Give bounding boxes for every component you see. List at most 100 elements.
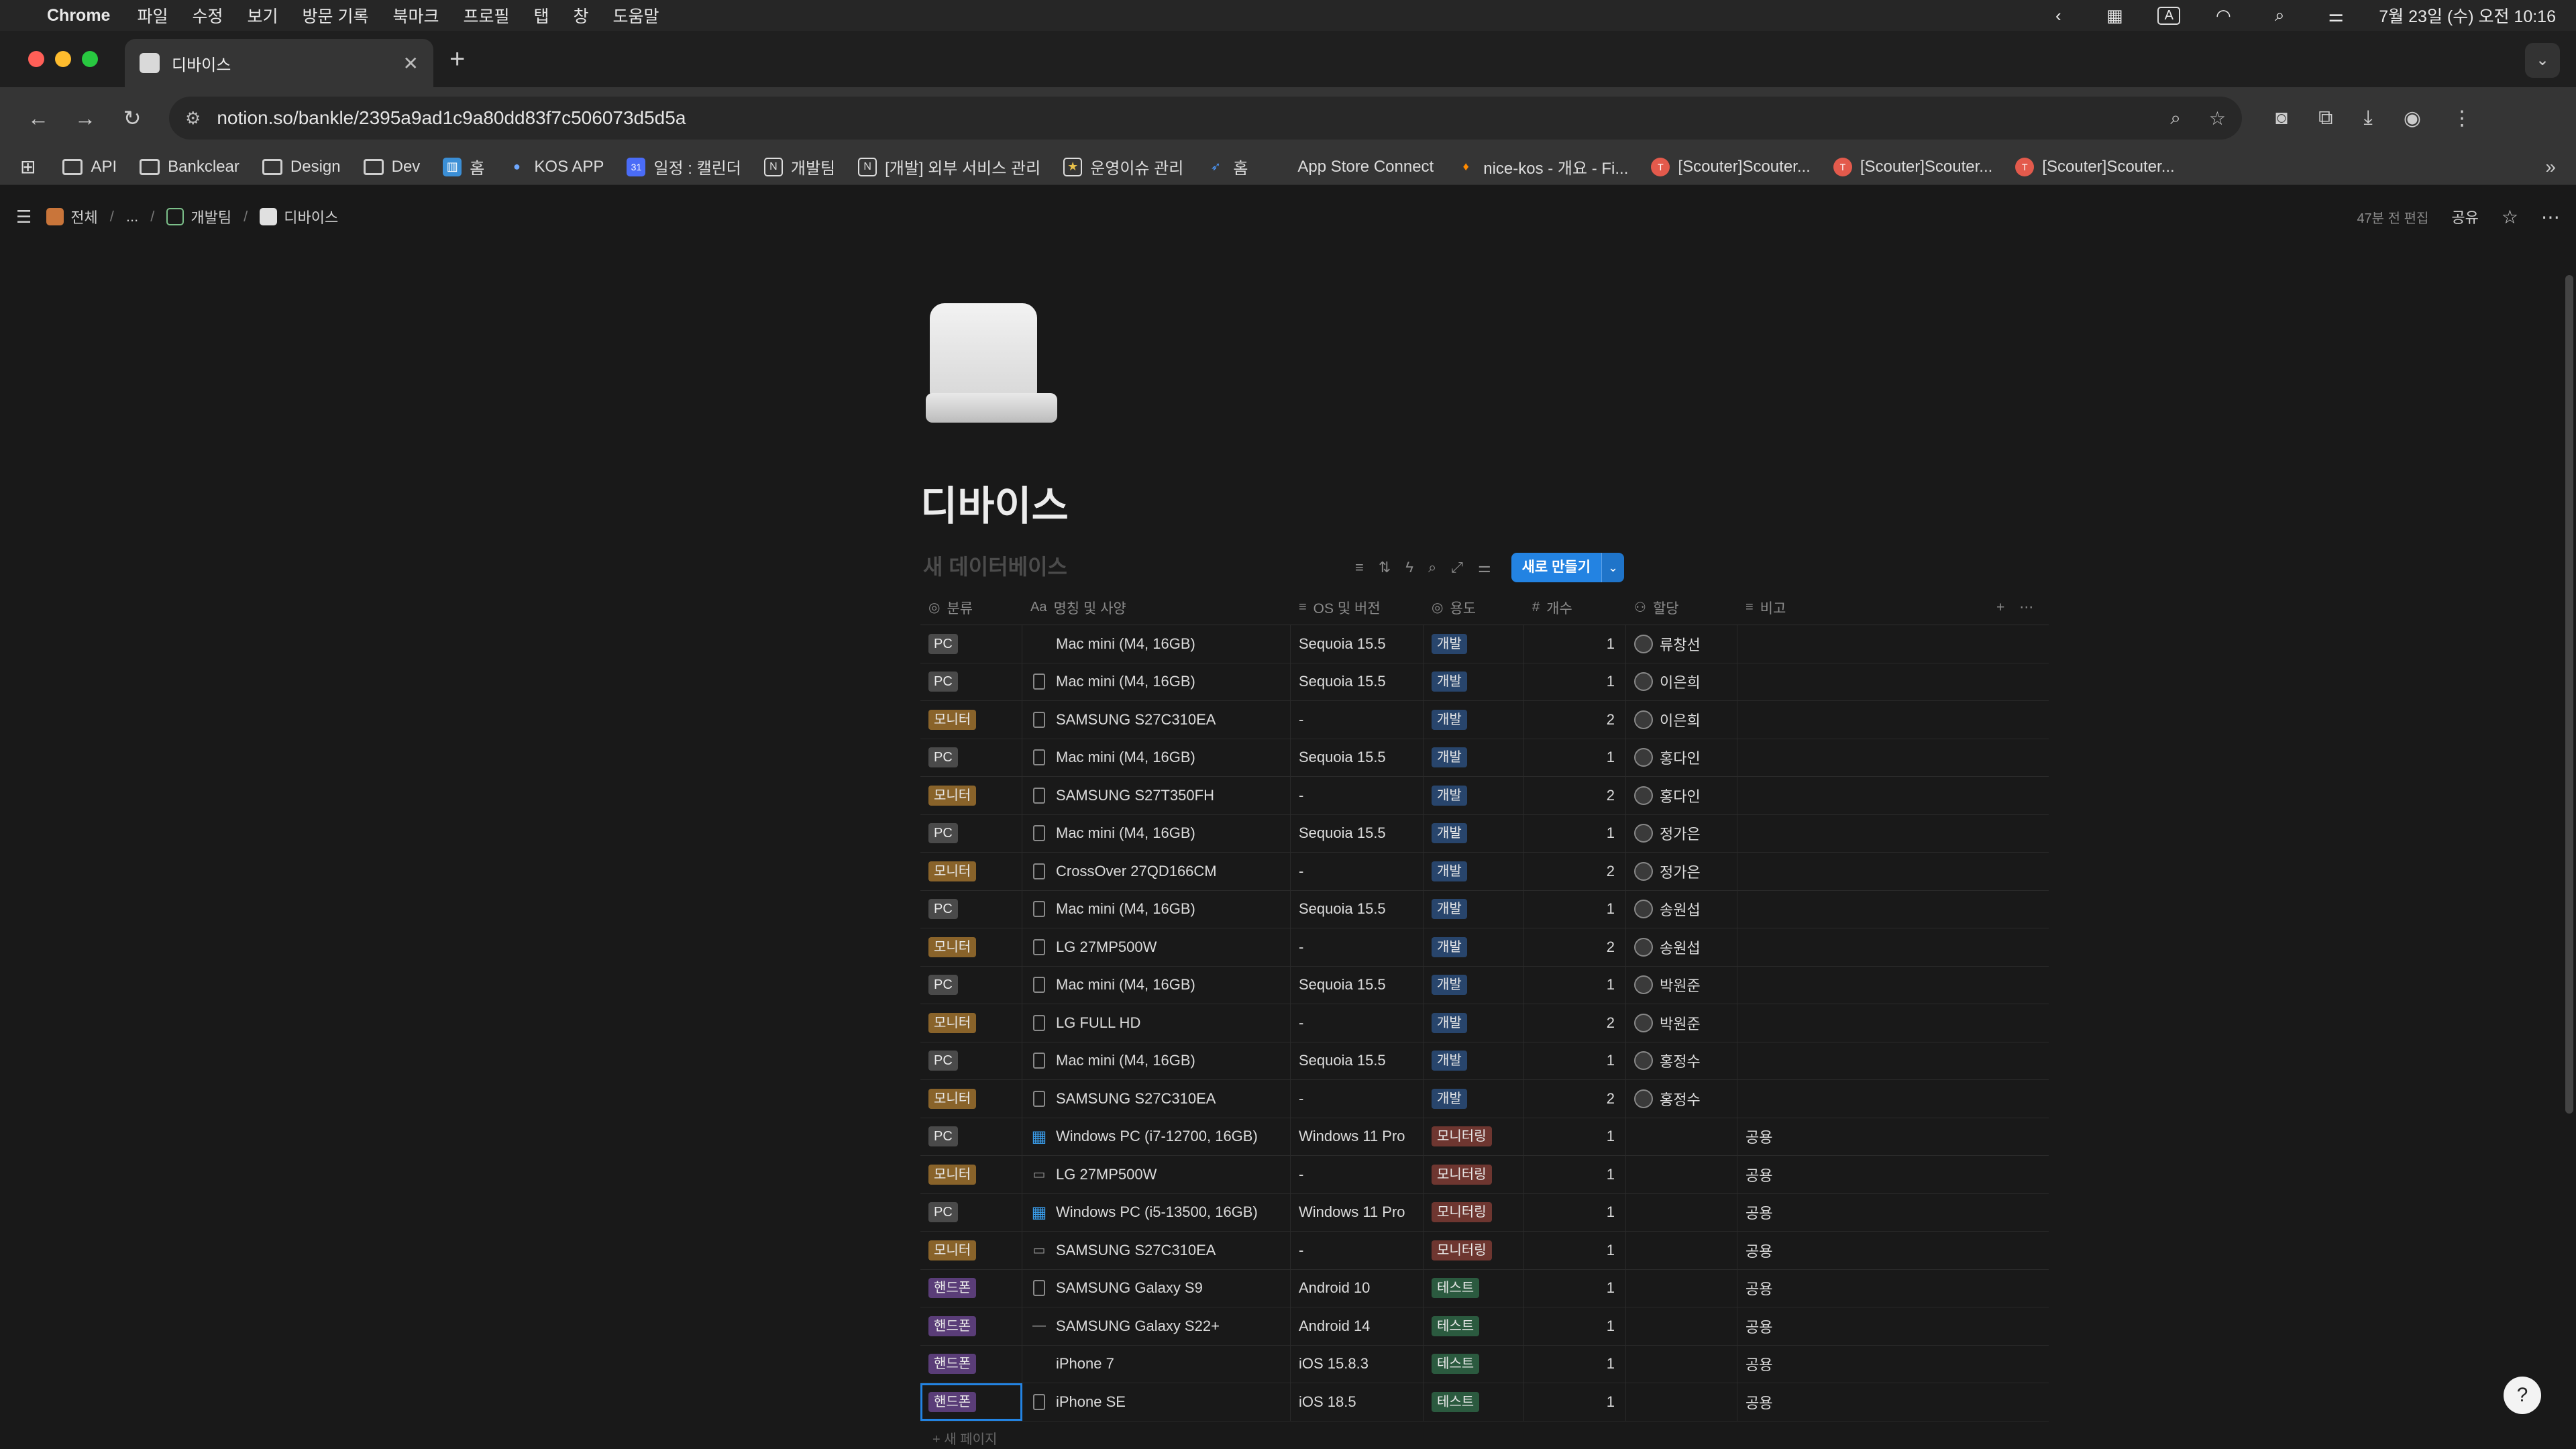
cell-purpose[interactable]: 개발 <box>1424 1080 1524 1118</box>
cell-note[interactable]: 공용 <box>1737 1383 1988 1421</box>
help-button[interactable]: ? <box>2504 1377 2541 1414</box>
table-row[interactable]: 모니터 SAMSUNG S27C310EA - 개발 2 이은희 <box>920 701 2049 739</box>
bookmarks-overflow-icon[interactable]: » <box>2545 156 2556 178</box>
cell-assignee[interactable] <box>1626 1156 1737 1193</box>
cell-category[interactable]: 모니터 <box>920 1232 1022 1269</box>
cell-os[interactable]: Sequoia 15.5 <box>1291 625 1424 663</box>
menu-bookmarks[interactable]: 북마크 <box>392 3 439 28</box>
table-row[interactable]: PC Mac mini (M4, 16GB) Sequoia 15.5 개발 1… <box>920 814 2049 853</box>
cell-os[interactable]: iOS 15.8.3 <box>1291 1345 1424 1383</box>
cell-note[interactable] <box>1737 1042 1988 1080</box>
cell-note[interactable] <box>1737 815 1988 853</box>
extensions-icon[interactable]: ⧉ <box>2318 107 2332 130</box>
cell-name[interactable]: Mac mini (M4, 16GB) <box>1022 814 1291 852</box>
cell-name[interactable]: Mac mini (M4, 16GB) <box>1022 1042 1291 1079</box>
breadcrumb-ellipsis[interactable]: ... <box>126 208 138 225</box>
cell-note[interactable]: 공용 <box>1737 1346 1988 1383</box>
bookmark-firebase[interactable]: ♦ nice-kos - 개요 - Fi... <box>1456 155 1629 178</box>
table-row[interactable]: 모니터 LG 27MP500W - 개발 2 송원섭 <box>920 928 2049 967</box>
cell-assignee[interactable]: 홍다인 <box>1626 777 1737 814</box>
cell-os[interactable]: Sequoia 15.5 <box>1291 890 1424 928</box>
cell-category[interactable]: PC <box>920 663 1022 700</box>
url-text[interactable]: notion.so/bankle/2395a9ad1c9a80dd83f7c50… <box>217 107 686 129</box>
cell-purpose[interactable]: 개발 <box>1424 966 1524 1004</box>
cell-count[interactable]: 1 <box>1524 663 1626 700</box>
cell-category[interactable]: 모니터 <box>920 1080 1022 1118</box>
bookmark-scouter-2[interactable]: T [Scouter]Scouter... <box>1833 157 1992 176</box>
spotlight-search-icon[interactable]: ⌕ <box>2266 5 2293 26</box>
back-button[interactable]: ← <box>15 106 62 131</box>
menu-profile[interactable]: 프로필 <box>463 3 509 28</box>
cell-os[interactable]: - <box>1291 1156 1424 1193</box>
new-tab-button[interactable]: + <box>449 44 465 74</box>
cell-os[interactable]: Windows 11 Pro <box>1291 1118 1424 1155</box>
cell-assignee[interactable]: 송원섭 <box>1626 928 1737 966</box>
cell-category[interactable]: PC <box>920 966 1022 1004</box>
cell-note[interactable] <box>1737 967 1988 1004</box>
cell-purpose[interactable]: 모니터링 <box>1424 1156 1524 1193</box>
new-page-row[interactable]: + 새 페이지 <box>920 1421 2049 1449</box>
database-title[interactable]: 새 데이터베이스 <box>923 550 1067 581</box>
table-row[interactable]: 모니터 CrossOver 27QD166CM - 개발 2 정가은 <box>920 853 2049 891</box>
bookmark-dev-team[interactable]: N 개발팀 <box>763 155 835 178</box>
cell-os[interactable]: Sequoia 15.5 <box>1291 739 1424 776</box>
cell-count[interactable]: 1 <box>1524 1345 1626 1383</box>
cell-count[interactable]: 2 <box>1524 853 1626 890</box>
bookmark-jira-home[interactable]: ➶ 홈 <box>1206 155 1248 178</box>
cell-category[interactable]: 핸드폰 <box>920 1383 1022 1421</box>
column-header-note[interactable]: ≡ 비고 <box>1737 590 1988 625</box>
cell-os[interactable]: Android 10 <box>1291 1269 1424 1307</box>
cell-name[interactable]: Mac mini (M4, 16GB) <box>1022 625 1291 663</box>
cell-name[interactable]: CrossOver 27QD166CM <box>1022 853 1291 890</box>
table-row[interactable]: 모니터 LG FULL HD - 개발 2 박원준 <box>920 1004 2049 1042</box>
table-row[interactable]: PC Mac mini (M4, 16GB) Sequoia 15.5 개발 1… <box>920 1042 2049 1080</box>
column-header-assignee[interactable]: ⚇ 할당 <box>1626 590 1737 625</box>
cell-category[interactable]: 핸드폰 <box>920 1269 1022 1307</box>
profile-icon[interactable]: ◉ <box>2404 107 2421 130</box>
expand-icon[interactable]: ⤢ <box>1451 559 1463 576</box>
cell-name[interactable]: LG FULL HD <box>1022 1004 1291 1042</box>
cell-count[interactable]: 1 <box>1524 1042 1626 1079</box>
page-title[interactable]: 디바이스 <box>920 474 1069 532</box>
cell-purpose[interactable]: 테스트 <box>1424 1307 1524 1345</box>
cell-purpose[interactable]: 개발 <box>1424 625 1524 663</box>
cell-assignee[interactable]: 이은희 <box>1626 701 1737 739</box>
cell-os[interactable]: Windows 11 Pro <box>1291 1193 1424 1231</box>
cell-assignee[interactable] <box>1626 1193 1737 1231</box>
cell-count[interactable]: 2 <box>1524 1004 1626 1042</box>
cell-purpose[interactable]: 개발 <box>1424 853 1524 890</box>
cell-note[interactable] <box>1737 891 1988 928</box>
bookmark-ops-issues[interactable]: ★ 운영이슈 관리 <box>1063 155 1183 178</box>
cell-assignee[interactable]: 정가은 <box>1626 814 1737 852</box>
table-row[interactable]: PC ▦ Windows PC (i7-12700, 16GB) Windows … <box>920 1118 2049 1156</box>
cell-count[interactable]: 1 <box>1524 1269 1626 1307</box>
bookmark-kos-app[interactable]: ● KOS APP <box>507 158 604 176</box>
cell-assignee[interactable]: 박원준 <box>1626 1004 1737 1042</box>
cell-purpose[interactable]: 개발 <box>1424 1004 1524 1042</box>
sort-icon[interactable]: ⇅ <box>1379 559 1391 576</box>
cell-assignee[interactable]: 정가은 <box>1626 853 1737 890</box>
cell-note[interactable] <box>1737 1004 1988 1042</box>
column-header-count[interactable]: # 개수 <box>1524 590 1626 625</box>
bookmark-star-icon[interactable]: ☆ <box>2209 107 2226 129</box>
table-row[interactable]: 핸드폰 iPhone 7 iOS 15.8.3 테스트 1 공용 <box>920 1345 2049 1383</box>
bookmark-api[interactable]: API <box>62 158 117 176</box>
sidebar-toggle-icon[interactable]: ☰ <box>16 207 32 227</box>
cell-count[interactable]: 1 <box>1524 890 1626 928</box>
cell-name[interactable]: Mac mini (M4, 16GB) <box>1022 663 1291 700</box>
table-row[interactable]: PC Mac mini (M4, 16GB) Sequoia 15.5 개발 1… <box>920 625 2049 663</box>
chevron-left-icon[interactable]: ‹ <box>2045 5 2072 26</box>
address-bar[interactable]: ⚙ notion.so/bankle/2395a9ad1c9a80dd83f7c… <box>169 97 2242 140</box>
favorite-star-icon[interactable]: ☆ <box>2502 206 2518 228</box>
menu-history[interactable]: 방문 기록 <box>303 3 369 28</box>
cell-purpose[interactable]: 개발 <box>1424 663 1524 700</box>
search-icon[interactable]: ⌕ <box>1428 559 1436 576</box>
cell-name[interactable]: SAMSUNG S27T350FH <box>1022 777 1291 814</box>
cell-os[interactable]: - <box>1291 777 1424 814</box>
table-row[interactable]: PC ▦ Windows PC (i5-13500, 16GB) Windows … <box>920 1193 2049 1232</box>
menubar-clock[interactable]: 7월 23일 (수) 오전 10:16 <box>2379 3 2556 28</box>
column-more-icon[interactable]: ⋯ <box>2019 599 2033 616</box>
cell-assignee[interactable] <box>1626 1269 1737 1307</box>
cell-name[interactable]: — SAMSUNG Galaxy S22+ <box>1022 1307 1291 1345</box>
cell-os[interactable]: - <box>1291 1232 1424 1269</box>
